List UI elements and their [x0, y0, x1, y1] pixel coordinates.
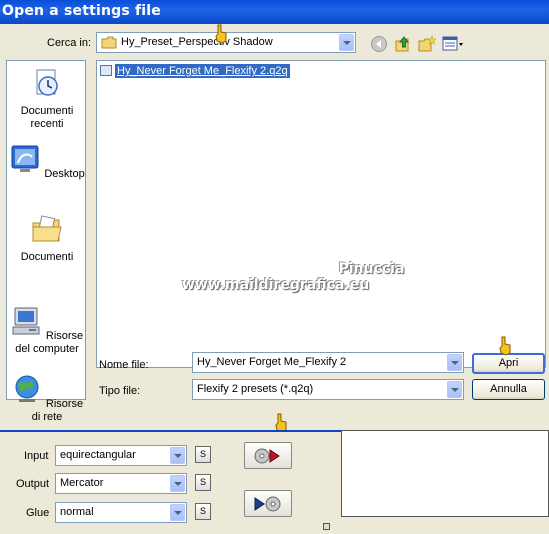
filetype-label: Tipo file:	[99, 385, 141, 397]
output-select[interactable]: Mercator	[55, 473, 187, 494]
title-bar: Open a settings file	[0, 0, 549, 24]
input-label: Input	[24, 450, 49, 462]
output-value: Mercator	[60, 477, 104, 489]
disc-save-icon	[254, 496, 281, 512]
place-documents[interactable]: Documenti	[7, 213, 87, 264]
filename-value: Hy_Never Forget Me_Flexify 2	[197, 356, 347, 368]
back-icon[interactable]	[370, 35, 388, 53]
watermark-url: www.maildiregrafica.eu	[181, 277, 370, 293]
place-recent-documents[interactable]: Documenti recenti	[7, 67, 87, 131]
file-list[interactable]: Hy_Never Forget Me_Flexify 2.q2q Pinucci…	[96, 60, 546, 368]
open-button[interactable]: Apri	[472, 353, 545, 374]
file-name: Hy_Never Forget Me_Flexify 2.q2q	[115, 64, 290, 78]
place-label: Documenti recenti	[20, 105, 74, 130]
glue-value: normal	[60, 506, 94, 518]
output-label: Output	[16, 478, 50, 490]
filetype-value: Flexify 2 presets (*.q2q)	[197, 383, 314, 395]
input-dropdown-arrow[interactable]	[170, 447, 185, 464]
pointer-hand-icon	[499, 336, 511, 356]
resize-handle[interactable]	[323, 523, 330, 530]
places-bar: Documenti recenti Desktop Documenti Riso…	[6, 60, 87, 423]
lookin-label: Cerca in:	[47, 37, 92, 49]
window-title: Open a settings file	[2, 3, 161, 19]
new-folder-icon[interactable]	[418, 35, 436, 53]
place-my-computer[interactable]: Risorse del computer	[7, 305, 87, 356]
output-s-button[interactable]: S	[195, 474, 211, 491]
save-preset-button[interactable]	[244, 490, 292, 517]
open-file-dialog: Cerca in: Hy_Preset_Perspectiv Shadow Do…	[0, 24, 549, 430]
my-computer-icon	[12, 307, 40, 335]
input-value: equirectangular	[60, 449, 136, 461]
input-select[interactable]: equirectangular	[55, 445, 187, 466]
filetype-dropdown-arrow[interactable]	[447, 381, 462, 398]
load-preset-button[interactable]	[244, 442, 292, 469]
place-network[interactable]: Risorse di rete	[7, 373, 87, 424]
desktop-icon	[11, 145, 39, 172]
place-desktop[interactable]: Desktop	[7, 143, 87, 181]
filename-label: Nome file:	[99, 359, 149, 371]
glue-s-button[interactable]: S	[195, 503, 211, 520]
watermark-name: Pinuccia	[338, 261, 405, 277]
filename-input[interactable]: Hy_Never Forget Me_Flexify 2	[192, 352, 464, 373]
preview-box	[341, 430, 549, 517]
documents-folder-icon	[32, 215, 62, 242]
lookin-dropdown-arrow[interactable]	[339, 34, 354, 51]
up-folder-icon[interactable]	[394, 35, 412, 53]
filename-dropdown-arrow[interactable]	[447, 354, 462, 371]
pointer-hand-icon	[215, 24, 227, 44]
input-s-button[interactable]: S	[195, 446, 211, 463]
output-dropdown-arrow[interactable]	[170, 475, 185, 492]
disc-load-icon	[254, 448, 280, 464]
view-menu-icon[interactable]	[442, 35, 464, 53]
recent-documents-icon	[36, 69, 58, 96]
filetype-select[interactable]: Flexify 2 presets (*.q2q)	[192, 379, 464, 400]
network-icon	[15, 375, 39, 402]
folder-icon	[101, 36, 117, 49]
glue-dropdown-arrow[interactable]	[170, 504, 185, 521]
cancel-button[interactable]: Annulla	[472, 379, 545, 400]
place-label: Documenti	[20, 251, 74, 263]
glue-select[interactable]: normal	[55, 502, 187, 523]
file-icon	[100, 65, 112, 76]
place-label: Desktop	[44, 168, 85, 180]
glue-label: Glue	[26, 507, 50, 519]
lookin-value: Hy_Preset_Perspectiv Shadow	[121, 36, 273, 48]
